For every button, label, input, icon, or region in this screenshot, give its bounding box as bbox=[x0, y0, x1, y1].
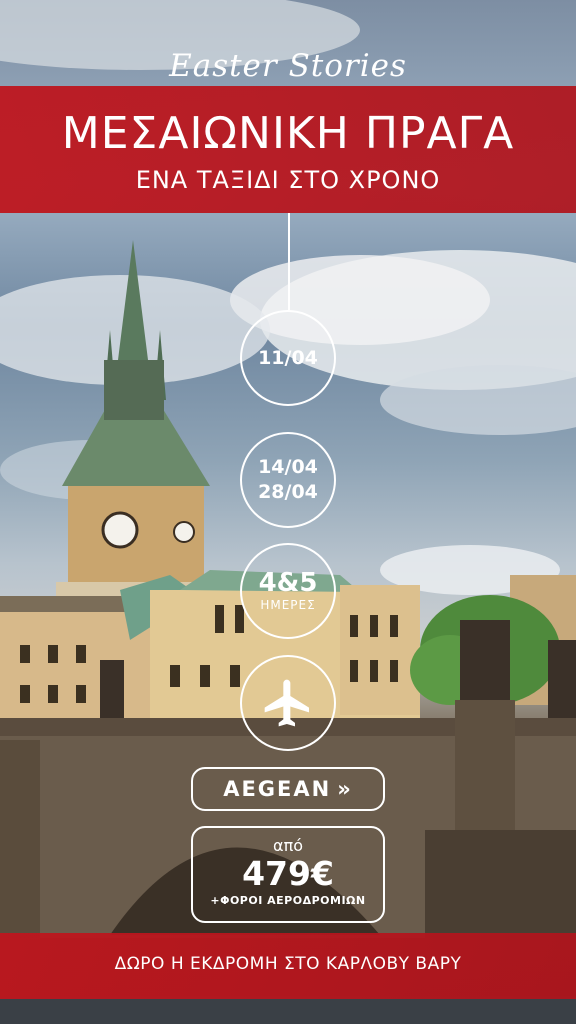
airline-badge: AEGEAN » bbox=[191, 767, 385, 811]
chevron-right-icon: » bbox=[337, 777, 353, 801]
date-1: 11/04 bbox=[258, 346, 318, 369]
airplane-icon bbox=[264, 679, 309, 727]
page-title: ΜΕΣΑΙΩΝΙΚΗ ΠΡΑΓΑ bbox=[61, 108, 515, 159]
date-circle-2: 14/04 28/04 bbox=[240, 432, 336, 528]
script-title: Easter Stories bbox=[169, 48, 407, 84]
price-taxes-note: +ΦΟΡΟΙ ΑΕΡΟΔΡΟΜΙΩΝ bbox=[210, 894, 366, 907]
footer-text: ΔΩΡΟ Η ΕΚΔΡΟΜΗ ΣΤΟ ΚΑΡΛΟΒΥ ΒΑΡΥ bbox=[114, 954, 462, 974]
airline-name: AEGEAN bbox=[223, 777, 332, 801]
promo-poster: Easter Stories ΜΕΣΑΙΩΝΙΚΗ ΠΡΑΓΑ ΕΝΑ ΤΑΞΙ… bbox=[0, 0, 576, 1024]
date-2a: 14/04 bbox=[258, 456, 318, 479]
price-box: από 479€ +ΦΟΡΟΙ ΑΕΡΟΔΡΟΜΙΩΝ bbox=[191, 826, 385, 923]
duration-number: 4&5 bbox=[258, 568, 318, 599]
duration-label: ΗΜΕΡΕΣ bbox=[260, 597, 316, 612]
page-subtitle: ΕΝΑ ΤΑΞΙΔΙ ΣΤΟ ΧΡΟΝΟ bbox=[135, 166, 441, 194]
plane-circle bbox=[240, 655, 336, 751]
timeline-line bbox=[288, 213, 290, 310]
price-amount: 479€ bbox=[242, 854, 334, 893]
date-circle-1: 11/04 bbox=[240, 310, 336, 406]
date-2b: 28/04 bbox=[258, 481, 318, 503]
duration-circle: 4&5 ΗΜΕΡΕΣ bbox=[240, 543, 336, 639]
price-from-label: από bbox=[273, 836, 303, 855]
